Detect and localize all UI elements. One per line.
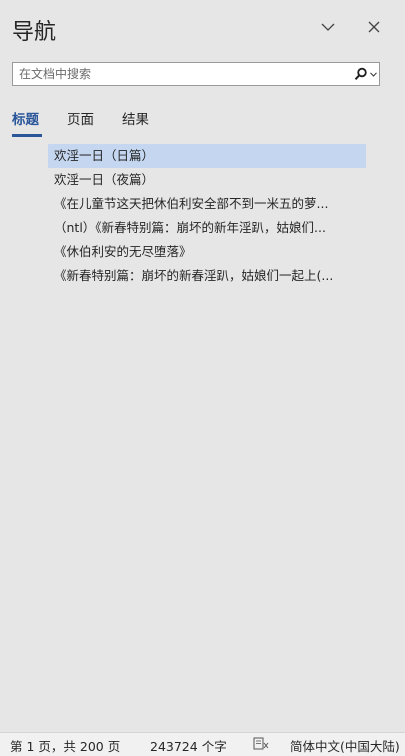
pane-options-button[interactable] (315, 14, 341, 40)
heading-item[interactable]: 欢淫一日（日篇） (48, 144, 366, 168)
heading-item[interactable]: 《休伯利安的无尽堕落》 (48, 240, 366, 264)
tab-headings[interactable]: 标题 (12, 108, 39, 128)
close-icon (368, 21, 380, 33)
heading-item[interactable]: 欢淫一日（夜篇） (48, 168, 366, 192)
navigation-title: 导航 (12, 20, 57, 45)
navigation-header: 导航 (0, 0, 405, 56)
close-pane-button[interactable] (361, 14, 387, 40)
search-box (12, 62, 380, 86)
status-bar: 第 1 页，共 200 页 243724 个字 简体中文(中国大陆) (0, 732, 405, 756)
search-icon (354, 67, 367, 80)
heading-item[interactable]: （ntl）《新春特别篇：崩坏的新年淫趴，姑娘们... (48, 216, 366, 240)
tab-results[interactable]: 结果 (122, 108, 149, 128)
tab-pages[interactable]: 页面 (67, 108, 94, 128)
active-tab-indicator (12, 134, 42, 137)
search-input[interactable] (19, 65, 339, 83)
heading-list: 欢淫一日（日篇） 欢淫一日（夜篇） 《在儿童节这天把休伯利安全部不到一米五的萝.… (48, 144, 368, 288)
proofing-icon[interactable] (253, 737, 269, 751)
word-count-status[interactable]: 243724 个字 (150, 736, 227, 755)
heading-item[interactable]: 《在儿童节这天把休伯利安全部不到一米五的萝... (48, 192, 366, 216)
chevron-down-icon (370, 71, 377, 77)
chevron-down-icon (321, 23, 335, 31)
navigation-pane: 导航 标题 页面 结果 (0, 0, 405, 732)
search-options-button[interactable] (347, 65, 377, 83)
page-count-status[interactable]: 第 1 页，共 200 页 (10, 736, 120, 755)
language-status[interactable]: 简体中文(中国大陆) (290, 736, 400, 755)
heading-item[interactable]: 《新春特别篇：崩坏的新春淫趴，姑娘们一起上(... (48, 264, 366, 288)
